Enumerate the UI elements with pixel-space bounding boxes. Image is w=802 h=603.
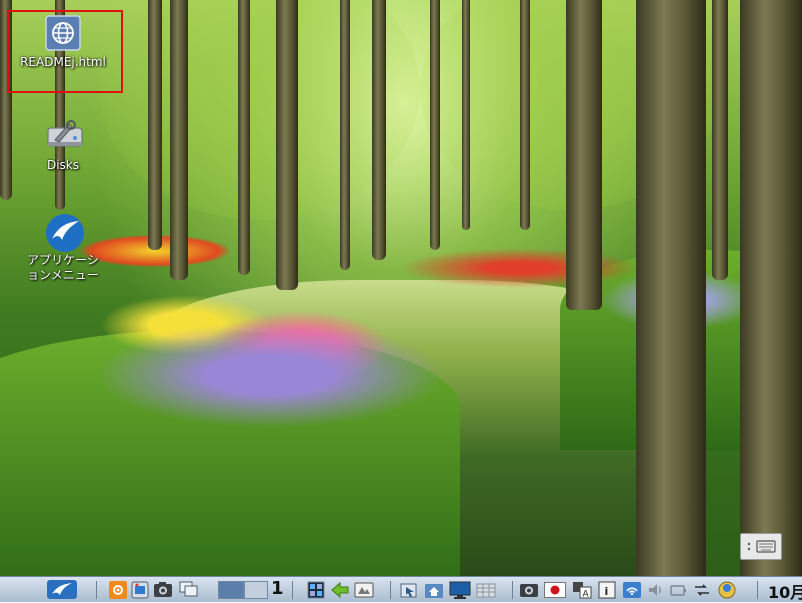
volume-button[interactable] — [646, 580, 666, 599]
wallpaper-tree — [238, 0, 250, 275]
desktop-icon-label: Disks — [46, 158, 80, 172]
taskbar-separator — [96, 581, 97, 599]
preferences-button[interactable] — [108, 580, 128, 599]
desktop-display-icon — [449, 581, 471, 599]
camera-tray-button[interactable] — [518, 580, 540, 599]
keyboard-grid-button[interactable] — [475, 580, 497, 599]
home-folder-icon — [425, 583, 443, 598]
wallpaper-tree — [740, 0, 802, 576]
wallpaper-tree — [170, 0, 188, 280]
battery-button[interactable] — [668, 580, 688, 599]
desktop-icon-disks[interactable]: Disks — [7, 118, 119, 173]
wallpaper-tree — [340, 0, 350, 270]
screenshot-tool-icon — [131, 581, 149, 598]
desktop-icon-readme[interactable]: READMEj.html — [7, 15, 119, 70]
info-icon: i — [598, 581, 616, 598]
wallpaper-tree — [566, 0, 602, 310]
desktop-display-button[interactable] — [448, 580, 472, 599]
home-folder-button[interactable] — [423, 580, 445, 599]
svg-text:i: i — [605, 585, 609, 598]
volume-icon — [649, 583, 661, 596]
japanese-flag-icon — [544, 581, 566, 598]
workspace-number: 1 — [271, 578, 284, 599]
desktop-icon-label-line1: アプリケーシ — [27, 253, 99, 267]
desktop-icon-label: READMEj.html — [20, 55, 106, 69]
back-arrow-button[interactable] — [329, 580, 351, 599]
camera-tray-icon — [520, 584, 538, 597]
network-wired-button[interactable] — [691, 580, 713, 599]
lubuntu-start-icon — [47, 580, 77, 599]
workspace-2[interactable] — [244, 581, 268, 599]
image-viewer-icon — [354, 582, 374, 597]
wallpaper-tree — [148, 0, 162, 250]
wallpaper-tree — [462, 0, 470, 230]
lubuntu-menu-icon — [45, 213, 84, 252]
taskbar-separator — [757, 581, 758, 599]
show-desktop-button[interactable] — [178, 580, 200, 599]
screenshot-tool-button[interactable] — [130, 580, 150, 599]
show-desktop-icon — [179, 581, 198, 597]
clock[interactable]: 10月 — [768, 579, 802, 603]
start-menu-button[interactable] — [44, 580, 80, 599]
network-wired-icon — [695, 583, 709, 596]
network-icon — [623, 581, 641, 598]
wallpaper-flowerbed — [400, 248, 640, 288]
back-arrow-icon — [331, 581, 349, 598]
desktop-icon-application-menu[interactable]: アプリケーシ ョンメニュー — [7, 213, 119, 283]
file-manager-button[interactable] — [398, 580, 420, 599]
wallpaper-tree — [636, 0, 706, 576]
camera-icon — [154, 582, 172, 597]
wallpaper-tree — [712, 0, 728, 280]
power-manager-button[interactable] — [716, 580, 738, 599]
taskbar-separator — [390, 581, 391, 599]
svg-text:A: A — [583, 589, 590, 599]
image-viewer-button[interactable] — [353, 580, 375, 599]
onscreen-keyboard-button[interactable] — [740, 533, 782, 560]
preferences-icon — [109, 580, 127, 599]
system-monitor-icon — [307, 581, 325, 598]
battery-icon — [670, 584, 686, 596]
disks-icon — [45, 118, 83, 154]
network-button[interactable] — [621, 580, 643, 599]
keyboard-icon — [747, 540, 776, 553]
globe-html-icon — [45, 15, 81, 51]
wallpaper-tree — [372, 0, 386, 260]
input-method-button[interactable]: A — [571, 580, 593, 599]
desktop-wallpaper[interactable]: READMEj.html Disks アプリケーシ ョンメニュー — [0, 0, 802, 576]
wallpaper-tree — [520, 0, 530, 230]
keyboard-grid-icon — [476, 583, 496, 597]
desktop-icon-label-line2: ョンメニュー — [27, 268, 99, 282]
info-button[interactable]: i — [597, 580, 617, 599]
camera-button[interactable] — [152, 580, 174, 599]
system-monitor-button[interactable] — [306, 580, 326, 599]
wallpaper-tree — [430, 0, 440, 250]
wallpaper-tree — [276, 0, 298, 290]
input-method-icon: A — [573, 581, 592, 599]
file-manager-icon — [400, 583, 417, 597]
power-manager-icon — [718, 581, 736, 599]
taskbar: 1 A i 10月 — [0, 576, 802, 602]
japanese-input-button[interactable] — [543, 580, 567, 599]
taskbar-separator — [512, 581, 513, 599]
workspace-1[interactable] — [218, 581, 244, 599]
taskbar-separator — [292, 581, 293, 599]
wallpaper-flowerbed — [90, 320, 450, 430]
